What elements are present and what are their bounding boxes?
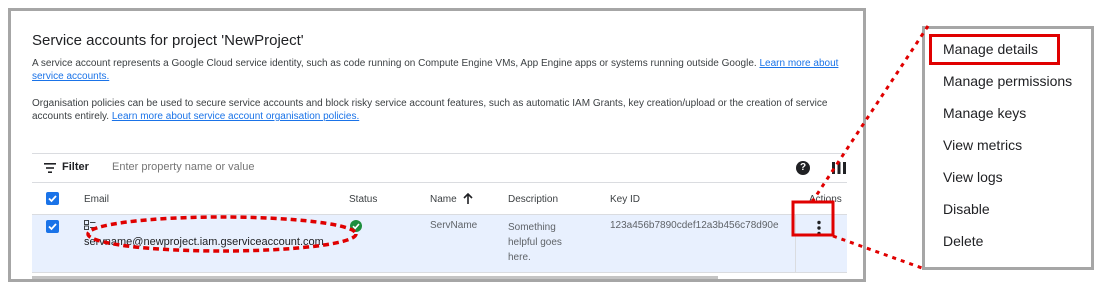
select-all-checkbox[interactable] xyxy=(46,192,59,205)
column-header-status[interactable]: Status xyxy=(349,194,377,205)
org-policy-paragraph: Organisation policies can be used to sec… xyxy=(32,97,847,123)
service-account-key-id: 123a456b7890cdef12a3b456c78d90e xyxy=(610,220,779,231)
arrow-up-icon[interactable] xyxy=(463,193,473,205)
learn-more-org-policies-link[interactable]: Learn more about service account organis… xyxy=(112,111,359,122)
menu-item-manage-permissions[interactable]: Manage permissions xyxy=(943,73,1072,89)
intro-text: A service account represents a Google Cl… xyxy=(32,58,757,69)
menu-item-delete[interactable]: Delete xyxy=(943,233,983,249)
menu-item-disable[interactable]: Disable xyxy=(943,201,990,217)
table-row[interactable]: servname@newproject.iam.gserviceaccount.… xyxy=(32,215,847,273)
check-circle-icon xyxy=(350,220,362,232)
more-vert-icon[interactable] xyxy=(816,220,822,236)
help-icon[interactable]: ? xyxy=(796,161,810,175)
service-accounts-panel: Service accounts for project 'NewProject… xyxy=(8,8,866,282)
menu-item-view-metrics[interactable]: View metrics xyxy=(943,137,1022,153)
menu-item-manage-keys[interactable]: Manage keys xyxy=(943,105,1026,121)
filter-input[interactable] xyxy=(112,161,412,173)
actions-cell xyxy=(795,215,848,273)
table-header: Email Status Name Description Key ID Act… xyxy=(32,183,847,215)
service-account-icon xyxy=(84,220,96,230)
filter-bar: Filter ? xyxy=(32,153,847,183)
column-display-icon[interactable] xyxy=(832,162,846,174)
page-title: Service accounts for project 'NewProject… xyxy=(32,32,304,49)
menu-item-manage-details[interactable]: Manage details xyxy=(943,41,1038,57)
column-header-key-id[interactable]: Key ID xyxy=(610,194,640,205)
column-header-description[interactable]: Description xyxy=(508,194,558,205)
row-checkbox[interactable] xyxy=(46,220,59,233)
filter-label: Filter xyxy=(62,161,89,173)
service-account-name: ServName xyxy=(430,220,478,231)
horizontal-scrollbar[interactable] xyxy=(32,276,718,279)
service-account-email[interactable]: servname@newproject.iam.gserviceaccount.… xyxy=(84,236,324,248)
column-header-name[interactable]: Name xyxy=(430,194,457,205)
column-header-email[interactable]: Email xyxy=(84,194,109,205)
service-account-description: Something helpful goes here. xyxy=(508,222,562,263)
column-header-actions: Actions xyxy=(809,194,842,205)
filter-icon[interactable] xyxy=(44,163,56,173)
intro-paragraph: A service account represents a Google Cl… xyxy=(32,57,847,83)
menu-item-view-logs[interactable]: View logs xyxy=(943,169,1003,185)
actions-menu: Manage details Manage permissions Manage… xyxy=(922,26,1094,270)
